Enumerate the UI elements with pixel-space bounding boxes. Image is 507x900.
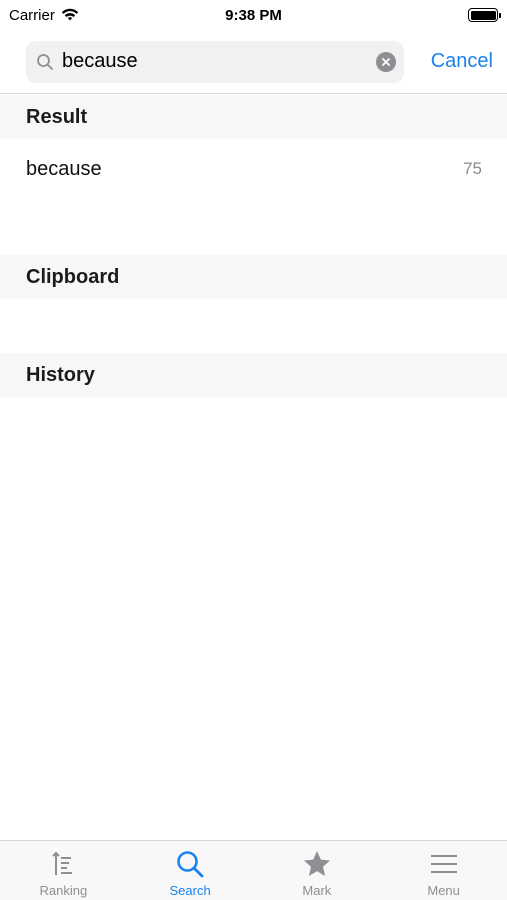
tab-menu[interactable]: Menu — [380, 841, 507, 900]
wifi-icon — [61, 8, 79, 21]
carrier-label: Carrier — [9, 6, 55, 24]
tab-bar: Ranking Search Mark Menu — [0, 840, 507, 900]
result-count: 75 — [463, 159, 482, 178]
section-header-result: Result — [0, 95, 507, 139]
tab-mark[interactable]: Mark — [254, 841, 381, 900]
close-icon — [382, 57, 390, 66]
clear-search-button[interactable] — [376, 51, 396, 72]
battery-icon — [468, 8, 501, 22]
star-icon — [303, 851, 330, 876]
search-input[interactable] — [62, 50, 376, 73]
status-left: Carrier — [9, 7, 79, 24]
search-bar: Cancel — [0, 30, 507, 94]
result-word: because — [26, 157, 102, 180]
battery-level — [470, 10, 496, 20]
status-bar: Carrier 9:38 PM — [0, 0, 507, 30]
tab-search[interactable]: Search — [127, 841, 254, 900]
cancel-button[interactable]: Cancel — [421, 50, 493, 73]
search-icon — [177, 851, 204, 878]
tab-ranking[interactable]: Ranking — [0, 841, 127, 900]
menu-icon — [430, 855, 457, 873]
result-list-item[interactable]: because 75 — [0, 138, 507, 200]
search-field-container[interactable] — [26, 40, 404, 83]
section-header-history: History — [0, 353, 507, 397]
tab-label-search: Search — [169, 883, 211, 898]
search-icon — [37, 53, 53, 70]
ranking-icon — [52, 851, 73, 875]
tab-label-ranking: Ranking — [39, 883, 88, 898]
tab-label-mark: Mark — [302, 883, 332, 898]
tab-label-menu: Menu — [427, 883, 460, 898]
section-header-clipboard: Clipboard — [0, 255, 507, 299]
